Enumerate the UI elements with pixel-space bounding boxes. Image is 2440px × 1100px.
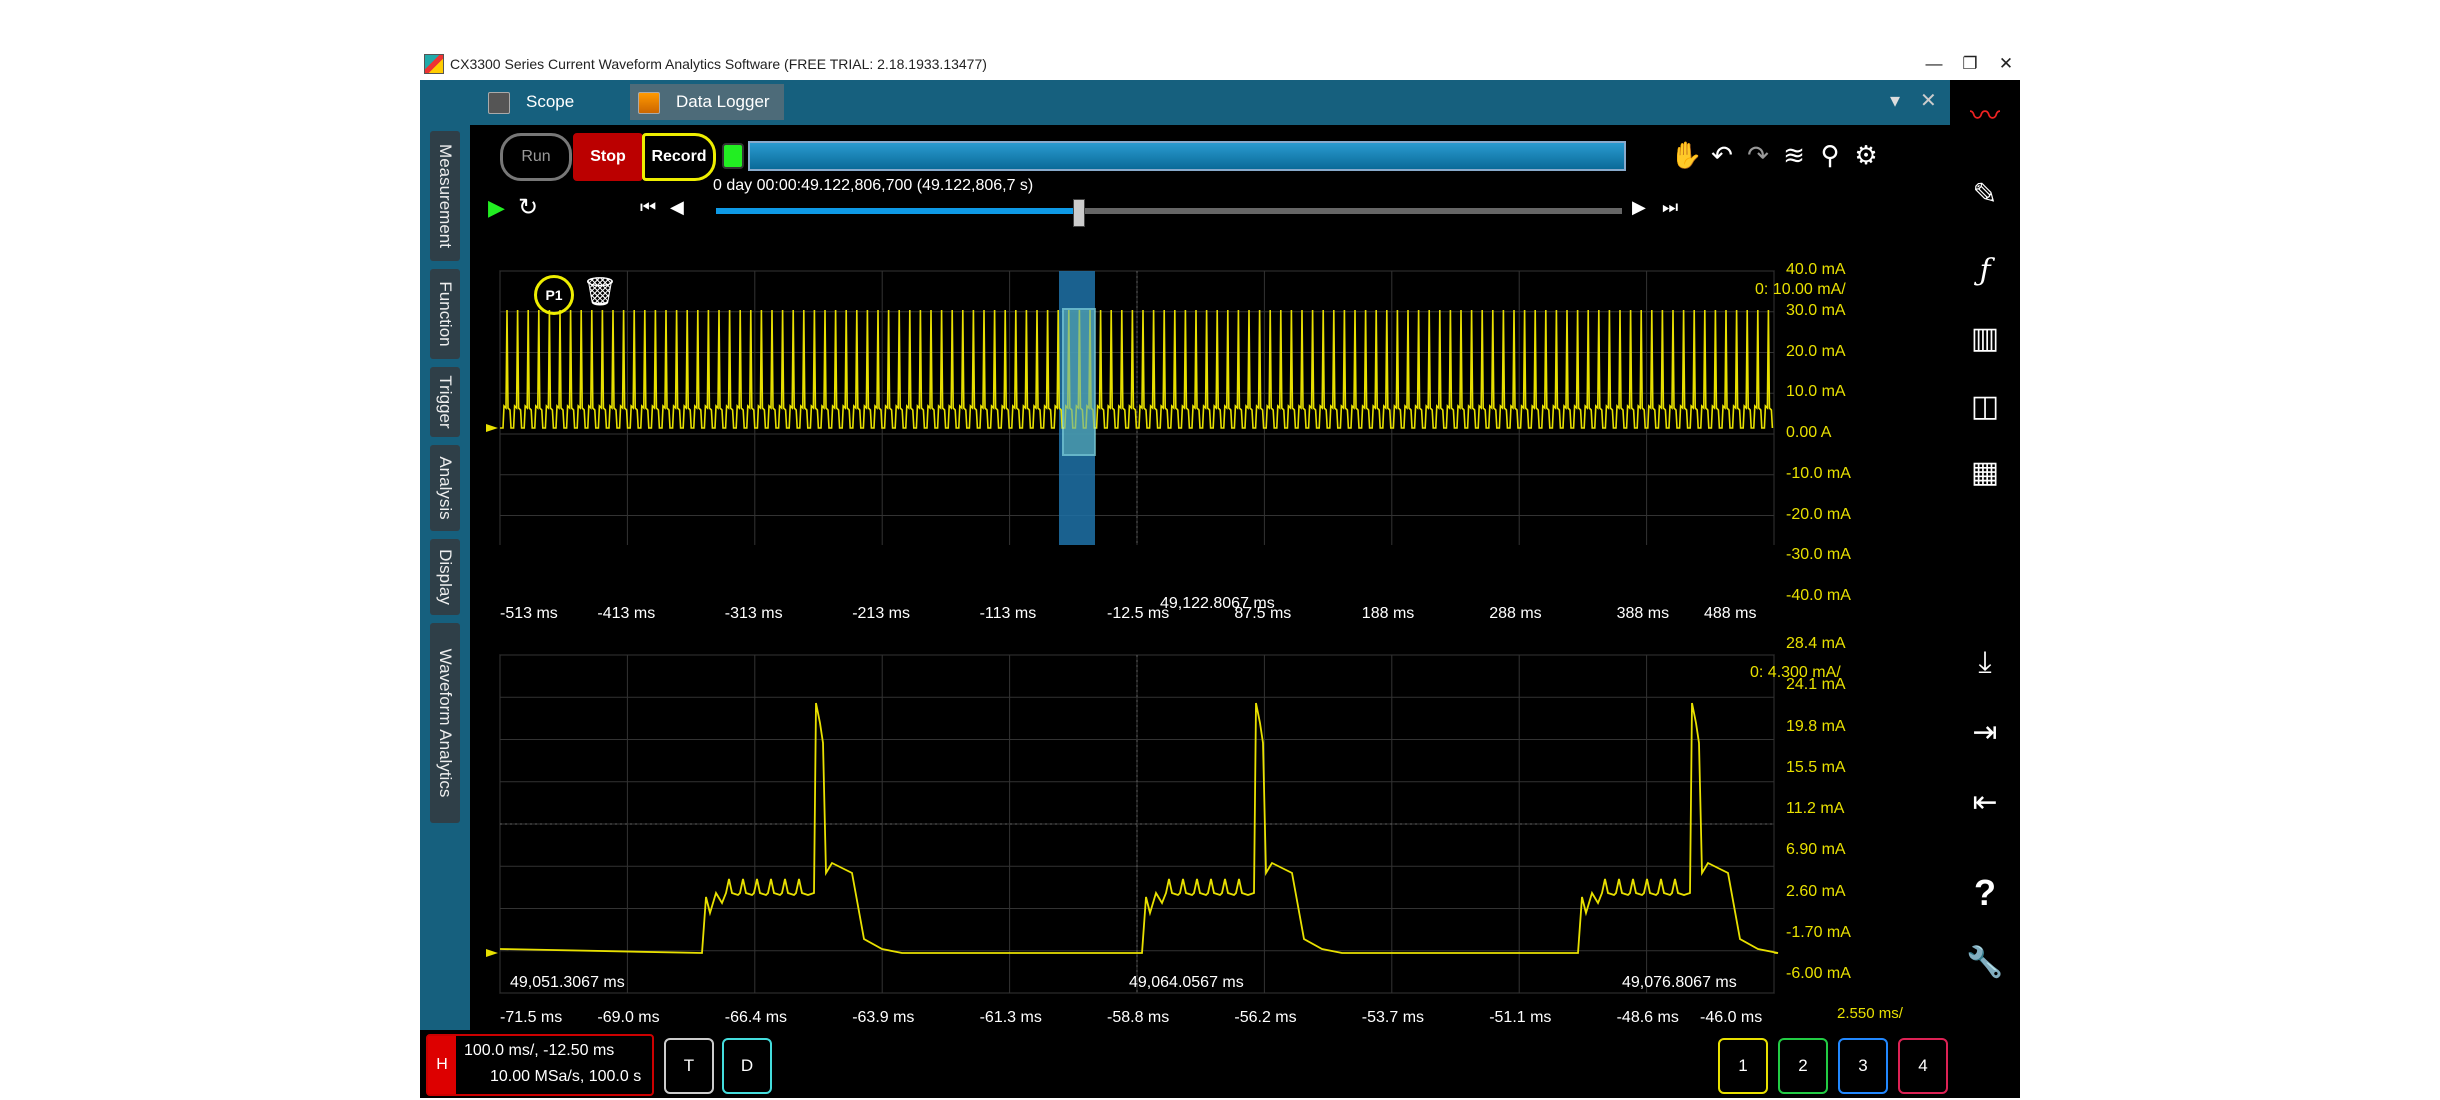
window-title: CX3300 Series Current Waveform Analytics… — [450, 56, 987, 72]
histogram-icon[interactable]: ▥ — [1962, 316, 2008, 362]
plot2-timebase: 2.550 ms/ — [1837, 1005, 1903, 1022]
plot1-y-tick: 20.0 mA — [1786, 342, 1846, 360]
channel-3-button[interactable]: 3 — [1838, 1038, 1888, 1094]
app-window: CX3300 Series Current Waveform Analytics… — [420, 48, 2020, 1098]
sidebar-item-analysis[interactable]: Analysis — [430, 445, 460, 531]
plot2-left-time: 49,051.3067 ms — [510, 974, 625, 991]
plot2-y-tick: 24.1 mA — [1786, 676, 1846, 694]
plot1-x-tick: -213 ms — [852, 605, 910, 622]
tab-label: Data Logger — [676, 92, 770, 111]
close-button[interactable]: ✕ — [1992, 52, 2020, 76]
plot2-x-tick: -56.2 ms — [1234, 1009, 1297, 1026]
scope-icon — [488, 92, 510, 114]
tab-scope[interactable]: Scope — [480, 84, 620, 120]
brand-logo-icon: 〰 — [1970, 100, 2000, 133]
plot2-x-tick: -66.4 ms — [724, 1009, 788, 1026]
sidebar-item-measurement[interactable]: Measurement — [430, 131, 460, 261]
sidebar: Measurement Function Trigger Analysis Di… — [420, 125, 470, 1030]
p1-badge[interactable]: P1 — [534, 275, 574, 315]
plot1-x-tick: -413 ms — [597, 605, 656, 622]
plot2-x-tick: -71.5 ms — [500, 1009, 563, 1026]
plot1-x-tick: 488 ms — [1704, 605, 1757, 622]
plot2-y-tick: 2.60 mA — [1786, 882, 1846, 900]
plot2-x-tick: -48.6 ms — [1616, 1009, 1679, 1026]
plot1-y-tick: -10.0 mA — [1786, 464, 1851, 482]
tab-strip: Scope Data Logger ▾ ✕ — [420, 80, 1950, 125]
app-icon — [424, 54, 444, 74]
minimize-button[interactable]: — — [1920, 52, 1948, 76]
plot2-y-tick: 15.5 mA — [1786, 758, 1846, 776]
channel-1-button[interactable]: 1 — [1718, 1038, 1768, 1094]
chevron-down-icon[interactable]: ▾ — [1890, 88, 1900, 113]
plot1-y-tick: 10.0 mA — [1786, 383, 1846, 401]
horizontal-rate: 10.00 MSa/s, 100.0 s — [490, 1068, 642, 1085]
plot2-center-time: 49,064.0567 ms — [1129, 974, 1244, 991]
channel-2-button[interactable]: 2 — [1778, 1038, 1828, 1094]
sidebar-item-display[interactable]: Display — [430, 539, 460, 615]
plot-zoom[interactable] — [470, 125, 1950, 1030]
plot2-x-tick: -53.7 ms — [1361, 1009, 1425, 1026]
export-icon[interactable]: ⇤ — [1962, 780, 2008, 826]
right-toolbar: 〰 ✎ ƒ ▥ ◫ ▦ ⤓ ⇥ ⇤ ? 🔧 — [1950, 80, 2020, 1030]
plot2-y-tick: 6.90 mA — [1786, 841, 1846, 859]
plot1-scale-label: 0: 10.00 mA/ — [1755, 281, 1846, 298]
plot1-x-tick: 188 ms — [1361, 605, 1415, 622]
plot1-x-tick: 87.5 ms — [1234, 605, 1292, 622]
plot2-y-tick: 11.2 mA — [1786, 800, 1845, 817]
plot1-x-tick: 288 ms — [1489, 605, 1542, 622]
tools-icon[interactable]: 🔧 — [1962, 940, 2008, 986]
tab-data-logger[interactable]: Data Logger — [630, 84, 784, 120]
ground-marker-2 — [486, 949, 498, 957]
download-icon[interactable]: ⤓ — [1962, 640, 2008, 686]
horizontal-badge: H — [428, 1036, 456, 1094]
data-logger-icon — [638, 92, 660, 114]
plot2-x-tick: -61.3 ms — [979, 1009, 1042, 1026]
sidebar-item-waveform-analytics[interactable]: Waveform Analytics — [430, 623, 460, 823]
plot2-y-tick: 19.8 mA — [1786, 717, 1846, 735]
plot2-y-tick: -1.70 mA — [1786, 923, 1851, 941]
tab-label: Scope — [526, 92, 575, 111]
plot1-y-tick: -20.0 mA — [1786, 505, 1851, 523]
t-button[interactable]: T — [664, 1038, 714, 1094]
close-tab-icon[interactable]: ✕ — [1920, 88, 1937, 113]
restore-button[interactable]: ❐ — [1956, 52, 1984, 76]
title-bar: CX3300 Series Current Waveform Analytics… — [420, 48, 2020, 80]
plot2-x-tick: -63.9 ms — [852, 1009, 915, 1026]
sidebar-item-function[interactable]: Function — [430, 269, 460, 359]
horizontal-settings[interactable]: H 100.0 ms/, -12.50 ms 10.00 MSa/s, 100.… — [426, 1034, 654, 1096]
plot1-y-tick: -40.0 mA — [1786, 587, 1851, 604]
plot2-x-tick: -58.8 ms — [1107, 1009, 1170, 1026]
d-button[interactable]: D — [722, 1038, 772, 1094]
plot2-right-time: 49,076.8067 ms — [1622, 974, 1737, 991]
layout-icon[interactable]: ◫ — [1962, 384, 2008, 430]
plot2-y-tick: 28.4 mA — [1786, 635, 1846, 652]
status-bar: H 100.0 ms/, -12.50 ms 10.00 MSa/s, 100.… — [420, 1030, 2020, 1098]
horizontal-scale: 100.0 ms/, -12.50 ms — [464, 1042, 615, 1059]
plot1-x-tick: -513 ms — [500, 605, 558, 622]
import-icon[interactable]: ⇥ — [1962, 710, 2008, 756]
plot2-x-tick: -51.1 ms — [1489, 1009, 1552, 1026]
plot1-x-tick: 388 ms — [1616, 605, 1670, 622]
plot1-y-tick: 40.0 mA — [1786, 261, 1846, 278]
main-area: Run Stop Record 0 day 00:00:49.122,806,7… — [470, 125, 1950, 1030]
plot2-y-tick: -6.00 mA — [1786, 965, 1851, 982]
plot2-x-tick: -46.0 ms — [1700, 1009, 1763, 1026]
plot1-y-tick: 30.0 mA — [1786, 301, 1846, 319]
channel-4-button[interactable]: 4 — [1898, 1038, 1948, 1094]
plot1-y-tick: 0.00 A — [1786, 424, 1832, 441]
plot1-x-tick: -313 ms — [724, 605, 783, 622]
sidebar-item-trigger[interactable]: Trigger — [430, 367, 460, 437]
function-icon[interactable]: ƒ — [1962, 248, 2008, 294]
plot1-y-tick: -30.0 mA — [1786, 546, 1851, 564]
table-icon[interactable]: ▦ — [1962, 450, 2008, 496]
plot2-x-tick: -69.0 ms — [597, 1009, 660, 1026]
plot1-x-tick: -113 ms — [979, 605, 1037, 622]
trash-icon[interactable]: 🗑 — [582, 275, 618, 309]
help-icon[interactable]: ? — [1962, 870, 2008, 916]
plot1-x-tick: -12.5 ms — [1107, 605, 1170, 622]
probe-icon[interactable]: ✎ — [1962, 172, 2008, 218]
